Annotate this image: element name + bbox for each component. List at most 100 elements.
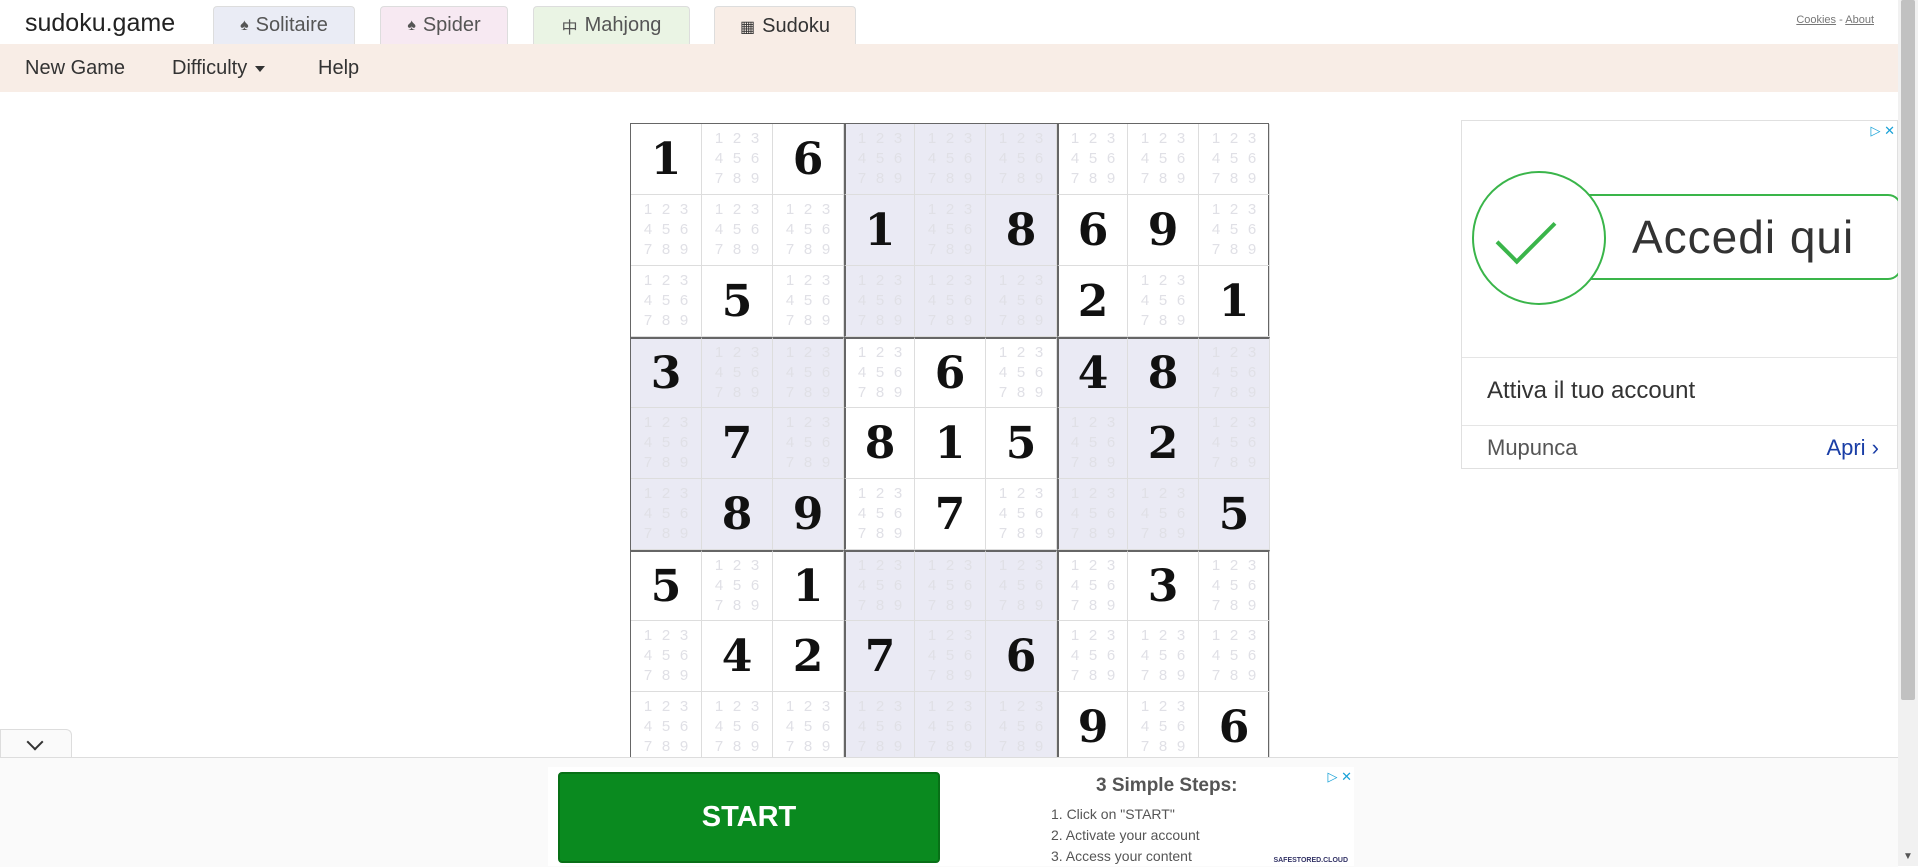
sudoku-cell[interactable]: 123 456 789 — [1057, 550, 1128, 621]
sudoku-cell[interactable]: 123 456 789 — [986, 479, 1057, 550]
sudoku-cell[interactable]: 123 456 789 — [915, 124, 986, 195]
sudoku-cell[interactable]: 123 456 789 — [702, 337, 773, 408]
sudoku-cell[interactable]: 1 — [915, 408, 986, 479]
ad-choices-icon[interactable]: ▷ ✕ — [1870, 123, 1895, 139]
sudoku-cell[interactable]: 1 — [631, 124, 702, 195]
sudoku-cell[interactable]: 123 456 789 — [631, 621, 702, 692]
ad-headline[interactable]: Attiva il tuo account — [1487, 377, 1695, 405]
sudoku-cell[interactable]: 1 — [773, 550, 844, 621]
sudoku-cell[interactable]: 123 456 789 — [1057, 621, 1128, 692]
about-link[interactable]: About — [1845, 14, 1874, 26]
sudoku-cell[interactable]: 123 456 789 — [702, 550, 773, 621]
sudoku-cell[interactable]: 6 — [1057, 195, 1128, 266]
sudoku-cell[interactable]: 1 — [844, 195, 915, 266]
sudoku-cell[interactable]: 123 456 789 — [1128, 266, 1199, 337]
sudoku-cell[interactable]: 3 — [1128, 550, 1199, 621]
sudoku-cell[interactable]: 7 — [844, 621, 915, 692]
help-menu[interactable]: Help — [318, 57, 359, 80]
sudoku-cell[interactable]: 123 456 789 — [844, 266, 915, 337]
sudoku-cell[interactable]: 2 — [773, 621, 844, 692]
bottom-ad[interactable]: START 3 Simple Steps: 1. Click on "START… — [548, 767, 1354, 866]
sudoku-cell[interactable]: 123 456 789 — [631, 408, 702, 479]
sudoku-cell[interactable]: 123 456 789 — [844, 692, 915, 763]
tab-solitaire[interactable]: ♠ Solitaire — [213, 6, 355, 44]
cookies-link[interactable]: Cookies — [1796, 14, 1836, 26]
sudoku-cell[interactable]: 123 456 789 — [986, 124, 1057, 195]
sudoku-cell[interactable]: 3 — [631, 337, 702, 408]
sudoku-cell[interactable]: 123 456 789 — [1199, 550, 1270, 621]
sudoku-cell[interactable]: 123 456 789 — [1128, 692, 1199, 763]
sudoku-cell[interactable]: 5 — [986, 408, 1057, 479]
sudoku-cell[interactable]: 123 456 789 — [1057, 408, 1128, 479]
sudoku-cell[interactable]: 123 456 789 — [986, 692, 1057, 763]
sudoku-cell[interactable]: 4 — [1057, 337, 1128, 408]
sudoku-cell[interactable]: 5 — [1199, 479, 1270, 550]
sudoku-cell[interactable]: 123 456 789 — [631, 479, 702, 550]
sudoku-cell[interactable]: 123 456 789 — [986, 550, 1057, 621]
sudoku-cell[interactable]: 9 — [1057, 692, 1128, 763]
difficulty-menu[interactable]: Difficulty — [172, 57, 266, 80]
sudoku-cell[interactable]: 123 456 789 — [915, 266, 986, 337]
sudoku-cell[interactable]: 123 456 789 — [986, 337, 1057, 408]
sudoku-cell[interactable]: 123 456 789 — [844, 337, 915, 408]
sudoku-cell[interactable]: 4 — [702, 621, 773, 692]
sudoku-cell[interactable]: 123 456 789 — [773, 266, 844, 337]
sudoku-cell[interactable]: 123 456 789 — [1057, 479, 1128, 550]
sudoku-cell[interactable]: 5 — [631, 550, 702, 621]
new-game-menu[interactable]: New Game — [25, 57, 125, 80]
sudoku-cell[interactable]: 7 — [915, 479, 986, 550]
sudoku-cell[interactable]: 123 456 789 — [702, 195, 773, 266]
sudoku-cell[interactable]: 1 — [1199, 266, 1270, 337]
sudoku-cell[interactable]: 123 456 789 — [702, 124, 773, 195]
sudoku-cell[interactable]: 7 — [702, 408, 773, 479]
sudoku-cell[interactable]: 123 456 789 — [1128, 621, 1199, 692]
sudoku-cell[interactable]: 5 — [702, 266, 773, 337]
sudoku-cell[interactable]: 123 456 789 — [773, 195, 844, 266]
ad-open-button[interactable]: Apri › — [1826, 435, 1879, 461]
sudoku-cell[interactable]: 123 456 789 — [773, 408, 844, 479]
sudoku-cell[interactable]: 123 456 789 — [773, 337, 844, 408]
sudoku-cell[interactable]: 123 456 789 — [1128, 479, 1199, 550]
sudoku-cell[interactable]: 123 456 789 — [1199, 337, 1270, 408]
sudoku-cell[interactable]: 8 — [1128, 337, 1199, 408]
sudoku-cell[interactable]: 123 456 789 — [631, 266, 702, 337]
tab-mahjong[interactable]: 中 Mahjong — [533, 6, 690, 44]
sudoku-cell[interactable]: 123 456 789 — [844, 479, 915, 550]
sudoku-cell[interactable]: 123 456 789 — [915, 621, 986, 692]
sudoku-cell[interactable]: 123 456 789 — [915, 195, 986, 266]
sudoku-cell[interactable]: 123 456 789 — [1199, 124, 1270, 195]
sudoku-cell[interactable]: 8 — [844, 408, 915, 479]
sudoku-cell[interactable]: 123 456 789 — [773, 692, 844, 763]
start-button[interactable]: START — [558, 772, 940, 863]
scroll-thumb[interactable] — [1901, 0, 1915, 700]
scroll-down-arrow-icon[interactable]: ▼ — [1903, 851, 1913, 862]
ad-choices-icon[interactable]: ▷ ✕ — [1327, 769, 1352, 785]
sudoku-cell[interactable]: 123 456 789 — [1199, 195, 1270, 266]
sudoku-cell[interactable]: 6 — [986, 621, 1057, 692]
site-title[interactable]: sudoku.game — [25, 9, 175, 38]
sudoku-cell[interactable]: 123 456 789 — [631, 692, 702, 763]
sudoku-cell[interactable]: 123 456 789 — [631, 195, 702, 266]
sudoku-cell[interactable]: 2 — [1057, 266, 1128, 337]
page-scrollbar[interactable]: ▼ — [1898, 0, 1918, 866]
sudoku-cell[interactable]: 6 — [1199, 692, 1270, 763]
tab-sudoku[interactable]: ▦ Sudoku — [714, 6, 856, 46]
sudoku-cell[interactable]: 8 — [702, 479, 773, 550]
sudoku-cell[interactable]: 123 456 789 — [1199, 408, 1270, 479]
sudoku-cell[interactable]: 123 456 789 — [915, 692, 986, 763]
sudoku-cell[interactable]: 8 — [986, 195, 1057, 266]
sudoku-cell[interactable]: 123 456 789 — [1199, 621, 1270, 692]
sudoku-cell[interactable]: 123 456 789 — [1057, 124, 1128, 195]
sudoku-cell[interactable]: 6 — [773, 124, 844, 195]
sudoku-cell[interactable]: 6 — [915, 337, 986, 408]
sudoku-cell[interactable]: 9 — [773, 479, 844, 550]
side-ad[interactable]: ▷ ✕ Accedi qui Attiva il tuo account Mup… — [1461, 120, 1902, 469]
sudoku-cell[interactable]: 123 456 789 — [1128, 124, 1199, 195]
sudoku-cell[interactable]: 123 456 789 — [986, 266, 1057, 337]
sudoku-cell[interactable]: 123 456 789 — [915, 550, 986, 621]
collapse-ad-button[interactable] — [0, 729, 72, 759]
tab-spider[interactable]: ♠ Spider — [380, 6, 508, 44]
sudoku-cell[interactable]: 123 456 789 — [702, 692, 773, 763]
sudoku-cell[interactable]: 123 456 789 — [844, 124, 915, 195]
sudoku-cell[interactable]: 9 — [1128, 195, 1199, 266]
